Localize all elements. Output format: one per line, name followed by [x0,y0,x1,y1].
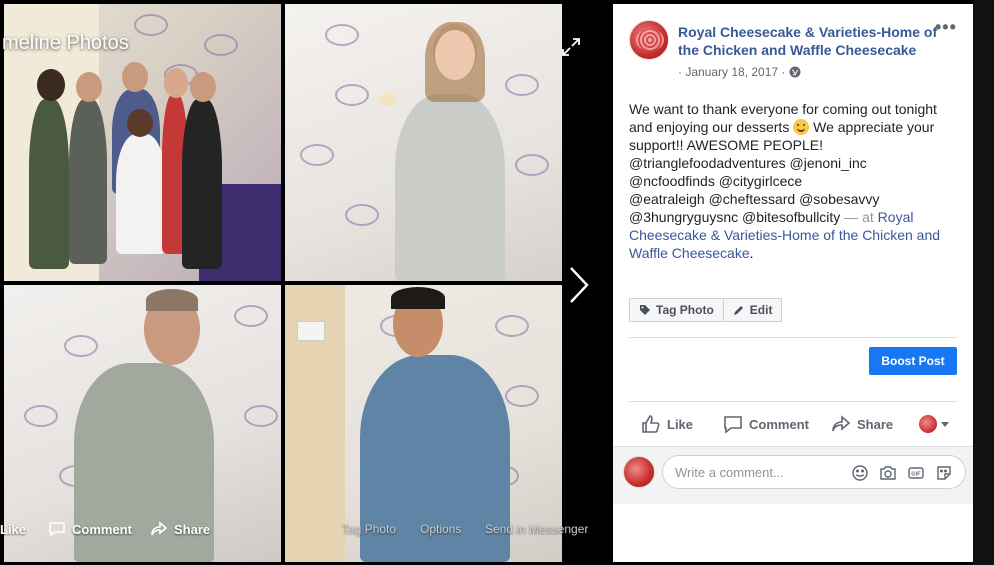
photo-edit-buttons: Tag Photo Edit [629,298,783,322]
page-background-edge [973,0,994,565]
post-date-text[interactable]: · January 18, 2017 · [678,65,785,79]
edit-button[interactable]: Edit [723,298,783,322]
photo-collage[interactable] [4,4,562,562]
viewer-share-button[interactable]: Share [150,516,210,542]
viewer-comment-label: Comment [72,521,132,537]
globe-icon [789,66,801,78]
divider [629,401,957,402]
photo-theater: meline Photos Like Comment Share Tag Pho… [0,0,994,565]
comment-composer: Write a comment... GIF [613,446,973,504]
edit-label: Edit [749,303,773,317]
like-button[interactable]: Like [641,408,693,440]
post-message: We want to thank everyone for coming out… [629,100,949,262]
photo-tile-cupcake[interactable] [285,4,562,281]
comment-icon [49,522,65,537]
viewer-tag-photo-link[interactable]: Tag Photo [342,516,396,542]
comment-input[interactable]: Write a comment... GIF [662,455,966,489]
viewer-comment-button[interactable]: Comment [48,516,132,542]
viewer-send-messenger-link[interactable]: Send in Messenger [485,516,588,542]
page-avatar-small [919,415,937,433]
pencil-icon [733,306,743,315]
share-label: Share [857,416,894,432]
album-title[interactable]: meline Photos [2,32,129,55]
sticker-icon[interactable] [935,464,953,482]
viewer-like-label: Like [0,521,27,537]
expand-icon[interactable] [560,36,582,58]
post-mentions: @3hungryguysnc @bitesofbullcity [629,209,841,225]
comment-button[interactable]: Comment [723,408,809,440]
comment-icon [724,416,742,434]
tag-photo-button[interactable]: Tag Photo [629,298,724,322]
camera-icon[interactable] [879,464,897,482]
next-photo-arrow-icon[interactable] [566,264,592,306]
comment-label: Comment [749,416,809,432]
more-options-icon[interactable]: ••• [935,18,957,36]
post-text-part: . [749,245,754,261]
tag-icon [640,305,650,315]
chevron-down-icon [941,421,949,427]
tag-photo-label: Tag Photo [656,303,714,317]
share-icon [151,521,168,536]
reaction-bar: Like Comment Share [629,408,957,440]
svg-text:GIF: GIF [911,472,921,478]
post-mentions: @eatraleigh @cheftessard @sobesavvy [629,191,880,207]
divider [629,337,957,338]
share-icon [832,415,851,432]
viewer-like-button[interactable]: Like [0,516,26,542]
photo-action-bar: Like Comment Share Tag Photo Options Sen… [0,516,612,542]
page-name-link[interactable]: Royal Cheesecake & Varieties-Home of the… [678,23,943,59]
gif-icon[interactable]: GIF [907,464,925,482]
at-label: — at [840,209,878,225]
viewer-share-label: Share [174,521,211,537]
smile-emoji-icon [793,119,810,135]
comment-placeholder: Write a comment... [675,465,784,480]
viewer-options-link[interactable]: Options [420,516,461,542]
post-panel: Royal Cheesecake & Varieties-Home of the… [613,4,973,562]
comment-tools: GIF [851,464,953,482]
post-as-selector[interactable] [919,408,949,440]
thumbs-up-icon [642,415,660,433]
like-label: Like [667,416,694,432]
page-avatar[interactable] [629,20,669,60]
photo-viewer[interactable]: meline Photos Like Comment Share Tag Pho… [0,0,612,565]
boost-post-button[interactable]: Boost Post [869,347,957,375]
commenter-avatar[interactable] [623,456,655,488]
post-timestamp: · January 18, 2017 · [678,65,801,79]
emoji-icon[interactable] [851,464,869,482]
post-mentions: @trianglefoodadventures @jenoni_inc @ncf… [629,155,867,189]
share-button[interactable]: Share [831,408,893,440]
